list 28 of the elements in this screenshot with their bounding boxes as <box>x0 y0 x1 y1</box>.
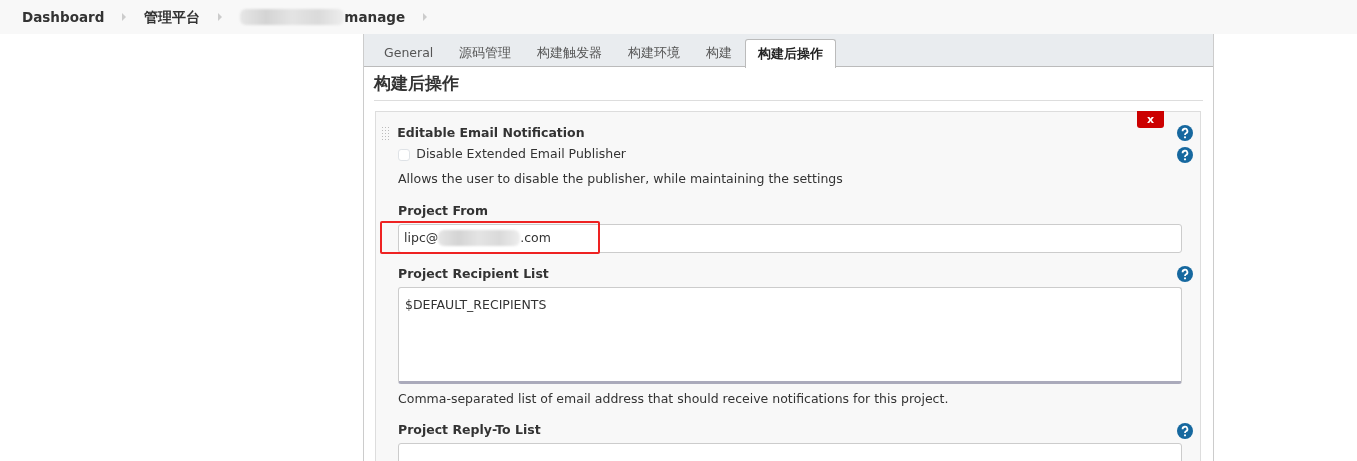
chevron-icon <box>423 13 428 21</box>
help-icon[interactable] <box>1177 124 1193 141</box>
help-icon[interactable] <box>1177 146 1193 163</box>
description-text: Allows the user to disable the publisher, while maintaining the settings <box>398 170 844 189</box>
checkbox-label: Disable Extended Email Publisher <box>416 145 627 164</box>
description-text: Comma-separated list of email address that should receive notifications for this project. <box>398 390 950 409</box>
tab[interactable]: 构建触发器 <box>524 39 616 67</box>
tab[interactable]: 构建后操作 <box>745 39 837 68</box>
text-area[interactable]: $DEFAULT_RECIPIENTS <box>398 286 1182 384</box>
field-label: Project Reply-To List <box>398 421 542 440</box>
breadcrumb-link[interactable]: 管理平台 <box>144 6 201 28</box>
checkbox[interactable] <box>398 148 410 161</box>
tab[interactable]: 构建环境 <box>615 39 694 67</box>
help-icon[interactable] <box>1177 266 1193 283</box>
help-icon[interactable] <box>1177 422 1193 439</box>
chevron-icon <box>218 13 223 21</box>
field-label: Project Recipient List <box>398 265 550 283</box>
tab[interactable]: 构建 <box>693 39 746 67</box>
publisher-title: Editable Email Notification <box>397 123 586 142</box>
section-heading: 构建后操作 <box>374 71 1203 101</box>
breadcrumb-link[interactable]: Dashboard <box>22 6 105 28</box>
tab[interactable]: 源码管理 <box>446 39 525 67</box>
field-label: Project From <box>398 201 489 220</box>
tab[interactable]: General <box>371 39 447 67</box>
delete-button[interactable]: x <box>1137 110 1164 128</box>
breadcrumb-link[interactable]: manage <box>240 6 406 28</box>
chevron-icon <box>122 13 127 21</box>
input-field[interactable]: lipc@ .com <box>398 223 1182 253</box>
